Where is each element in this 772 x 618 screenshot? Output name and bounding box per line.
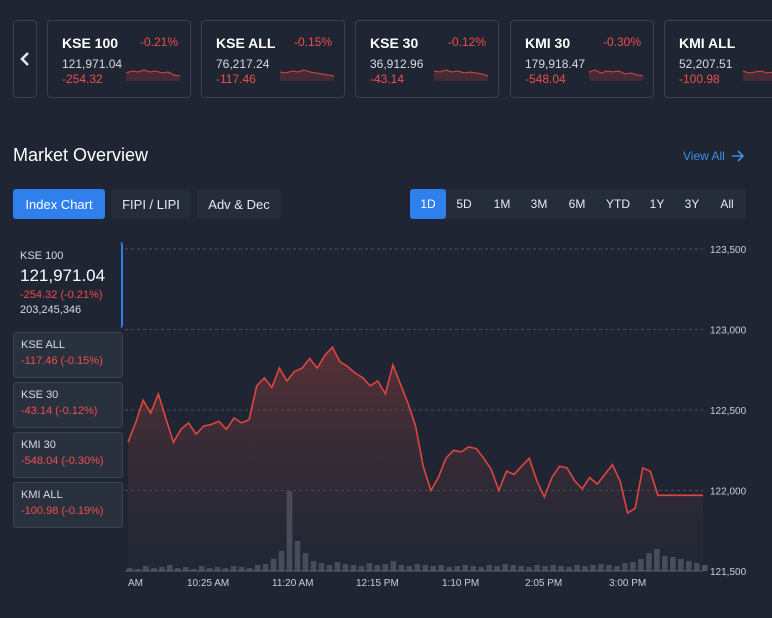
x-tick-label: 3:00 PM: [609, 578, 646, 589]
ticker-card[interactable]: KSE 100 -0.21% 121,971.04 -254.32: [47, 20, 191, 98]
x-tick-label: 1:10 PM: [442, 578, 479, 589]
y-tick-label: 121,500: [710, 567, 747, 578]
index-item-kmi30[interactable]: KMI 30 -548.04 (-0.30%): [13, 432, 123, 478]
index-item-kseall[interactable]: KSE ALL -117.46 (-0.15%): [13, 332, 123, 378]
tab-index-chart[interactable]: Index Chart: [13, 189, 105, 219]
view-all-label: View All: [683, 149, 725, 163]
x-tick-label: 11:20 AM: [272, 578, 314, 589]
ticker-percent: -0.30%: [602, 35, 641, 49]
tab-fipi-lipi[interactable]: FIPI / LIPI: [111, 189, 191, 219]
index-change: -548.04 (-0.30%): [21, 455, 104, 467]
ticker-card[interactable]: KMI 30 -0.30% 179,918.47 -548.04: [510, 20, 654, 98]
x-tick-label: 10:25 AM: [187, 578, 229, 589]
ticker-sparkline: [743, 70, 772, 81]
range-ytd[interactable]: YTD: [598, 189, 638, 219]
ticker-card[interactable]: KMI ALL-0.152,207.51-100.98: [664, 20, 772, 98]
index-value: 121,971.04: [20, 266, 106, 285]
range-selector: 1D 5D 1M 3M 6M YTD 1Y 3Y All: [410, 189, 746, 219]
ticker-card[interactable]: KSE 30 -0.12% 36,912.96 -43.14: [355, 20, 499, 98]
ticker-sparkline: [589, 69, 643, 81]
range-6m[interactable]: 6M: [559, 189, 595, 219]
view-all-link[interactable]: View All: [683, 149, 745, 163]
ticker-change: -100.98: [679, 72, 720, 86]
range-all[interactable]: All: [710, 189, 744, 219]
index-item-kmiall[interactable]: KMI ALL -100.98 (-0.19%): [13, 482, 123, 528]
ticker-sparkline: [126, 69, 180, 81]
tab-adv-dec[interactable]: Adv & Dec: [197, 189, 281, 219]
ticker-change: -548.04: [525, 72, 566, 86]
range-1m[interactable]: 1M: [484, 189, 520, 219]
y-tick-label: 122,500: [710, 406, 747, 417]
ticker-value: 76,217.24: [216, 57, 270, 71]
range-5d[interactable]: 5D: [446, 189, 482, 219]
index-change: -100.98 (-0.19%): [21, 505, 104, 517]
index-change: -254.32 (-0.21%): [20, 289, 103, 301]
ticker-name: KMI ALL: [679, 35, 736, 51]
range-1d[interactable]: 1D: [410, 189, 446, 219]
index-item-kse30[interactable]: KSE 30 -43.14 (-0.12%): [13, 382, 123, 428]
ticker-change: -254.32: [62, 72, 103, 86]
index-item-kse100[interactable]: KSE 100 121,971.04 -254.32 (-0.21%) 203,…: [13, 242, 123, 328]
ticker-percent: -0.12%: [447, 35, 486, 49]
index-name: KSE ALL: [21, 339, 66, 351]
section-title: Market Overview: [13, 145, 149, 165]
chevron-left-icon: [20, 52, 29, 66]
index-name: KSE 30: [21, 389, 59, 401]
index-name: KSE 100: [20, 250, 64, 262]
price-area: [128, 347, 703, 571]
index-chart[interactable]: 123,500 123,000 122,500 122,000 121,500 AM 10:…: [125, 238, 772, 618]
ticker-value: 121,971.04: [62, 57, 123, 71]
index-change: -117.46 (-0.15%): [21, 355, 103, 367]
ticker-change: -43.14: [370, 72, 405, 86]
x-tick-label: 2:05 PM: [525, 578, 562, 589]
y-tick-label: 123,000: [710, 326, 747, 337]
ticker-sparkline: [434, 69, 488, 81]
ticker-value: 179,918.47: [525, 57, 586, 71]
range-3m[interactable]: 3M: [521, 189, 557, 219]
x-tick-label: AM: [128, 578, 143, 589]
index-chart-svg: 123,500 123,000 122,500 122,000 121,500 AM 10:…: [125, 245, 747, 589]
ticker-name: KMI 30: [525, 35, 571, 51]
y-tick-label: 122,000: [710, 487, 747, 498]
ticker-card[interactable]: KSE ALL -0.15% 76,217.24 -117.46: [201, 20, 345, 98]
arrow-right-icon: [731, 150, 744, 162]
ticker-percent: -0.21%: [139, 35, 178, 49]
index-name: KMI ALL: [21, 489, 63, 501]
ticker-change: -117.46: [216, 72, 256, 86]
ticker-name: KSE 100: [62, 35, 119, 51]
range-1y[interactable]: 1Y: [640, 189, 674, 219]
ticker-percent: -0.15%: [293, 35, 332, 49]
ticker-name: KSE 30: [370, 35, 419, 51]
index-change: -43.14 (-0.12%): [21, 405, 98, 417]
ticker-value: 52,207.51: [679, 57, 733, 71]
range-3y[interactable]: 3Y: [675, 189, 709, 219]
ticker-sparkline: [280, 69, 334, 81]
ticker-value: 36,912.96: [370, 57, 424, 71]
ticker-name: KSE ALL: [216, 35, 276, 51]
x-tick-label: 12:15 PM: [356, 578, 399, 589]
index-volume: 203,245,346: [20, 304, 82, 316]
ticker-prev-button[interactable]: [13, 20, 37, 98]
y-tick-label: 123,500: [710, 245, 747, 256]
index-name: KMI 30: [21, 439, 56, 451]
